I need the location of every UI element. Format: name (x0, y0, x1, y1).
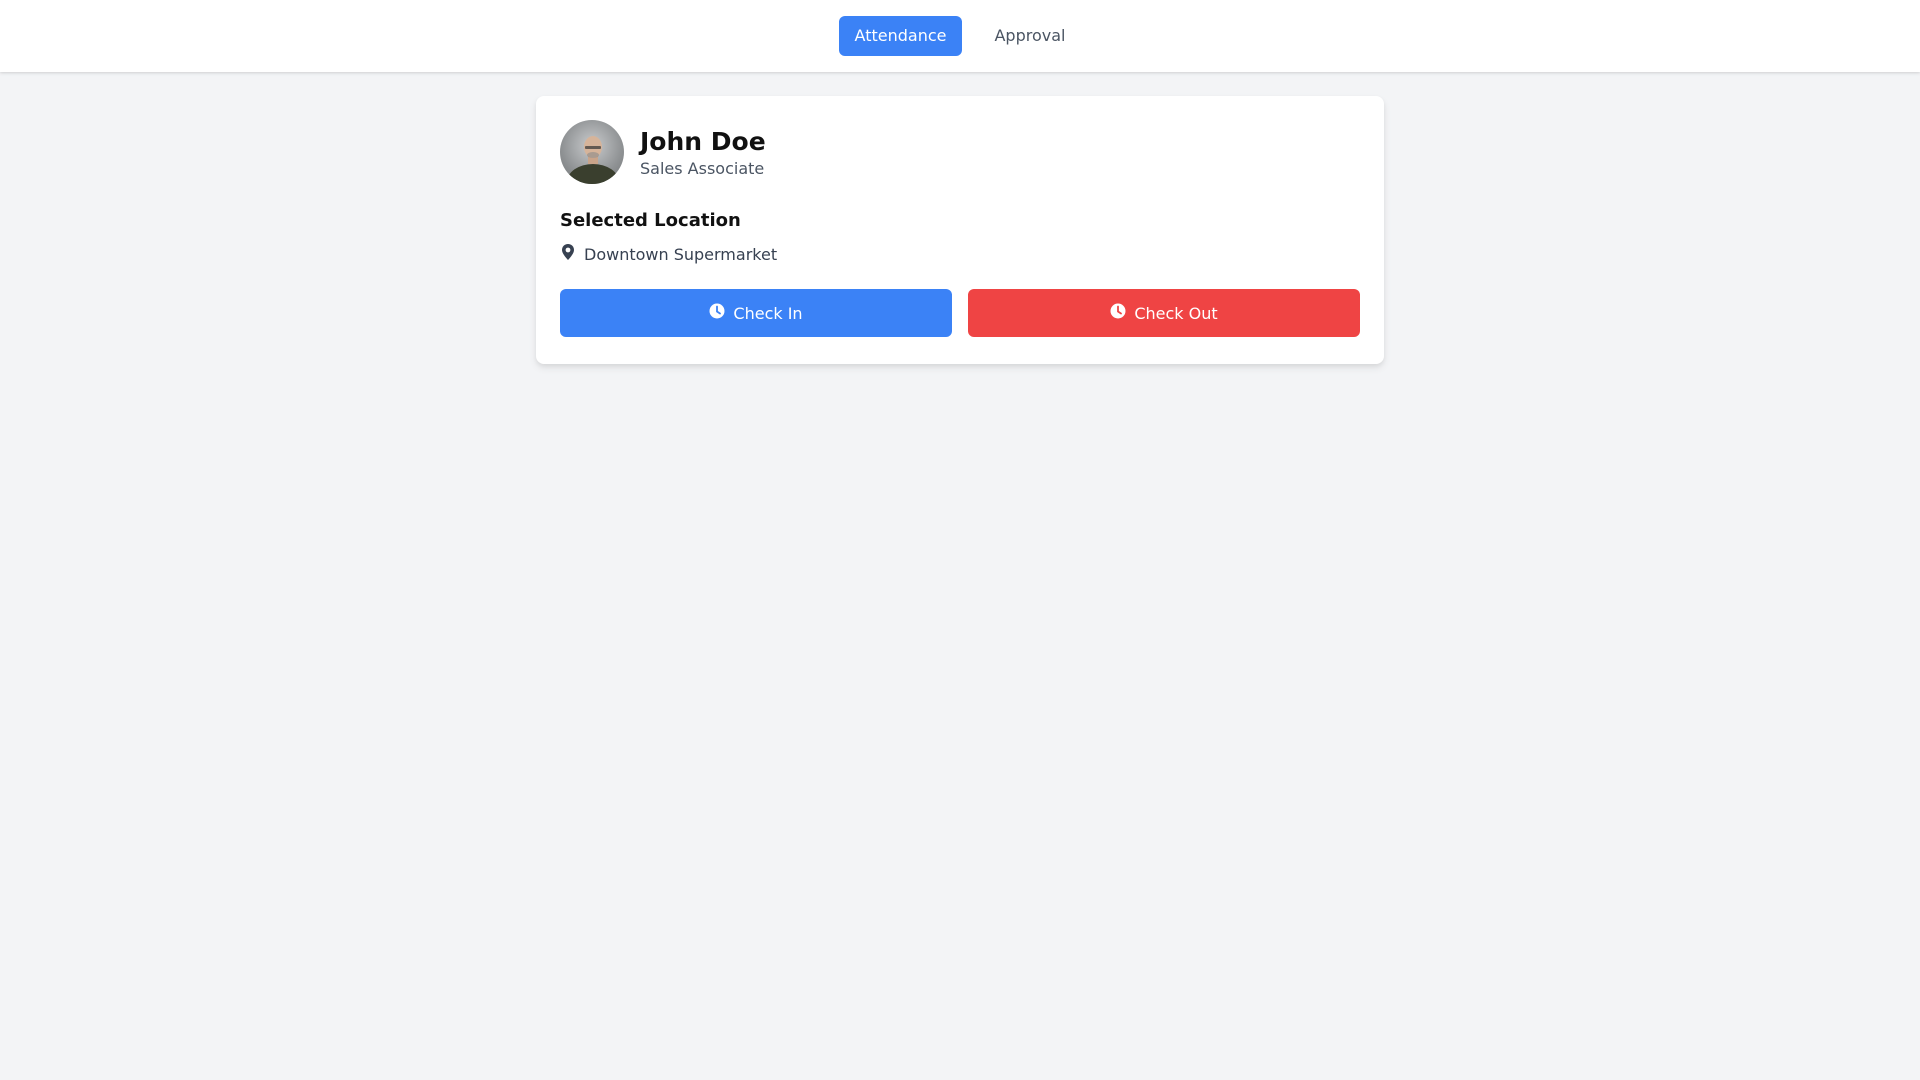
tab-approval[interactable]: Approval (978, 16, 1081, 56)
profile-text: John Doe Sales Associate (640, 127, 766, 178)
check-in-label: Check In (733, 303, 803, 323)
attendance-card: John Doe Sales Associate Selected Locati… (536, 96, 1384, 364)
check-out-label: Check Out (1134, 303, 1218, 323)
employee-role: Sales Associate (640, 158, 765, 178)
top-navigation: Attendance Approval (0, 0, 1920, 72)
clock-icon (709, 303, 725, 323)
location-name: Downtown Supermarket (584, 244, 778, 264)
clock-icon (1110, 303, 1126, 323)
employee-name: John Doe (640, 126, 766, 156)
attendance-actions: Check In Check Out (560, 289, 1360, 337)
check-out-button[interactable]: Check Out (968, 289, 1360, 337)
map-pin-icon (560, 243, 576, 265)
employee-profile: John Doe Sales Associate (560, 120, 1360, 184)
tab-attendance[interactable]: Attendance (838, 16, 963, 56)
location-heading: Selected Location (560, 210, 741, 231)
selected-location: Downtown Supermarket (560, 243, 1360, 265)
check-in-button[interactable]: Check In (560, 289, 952, 337)
avatar (560, 120, 624, 184)
user-avatar-icon (567, 136, 619, 184)
